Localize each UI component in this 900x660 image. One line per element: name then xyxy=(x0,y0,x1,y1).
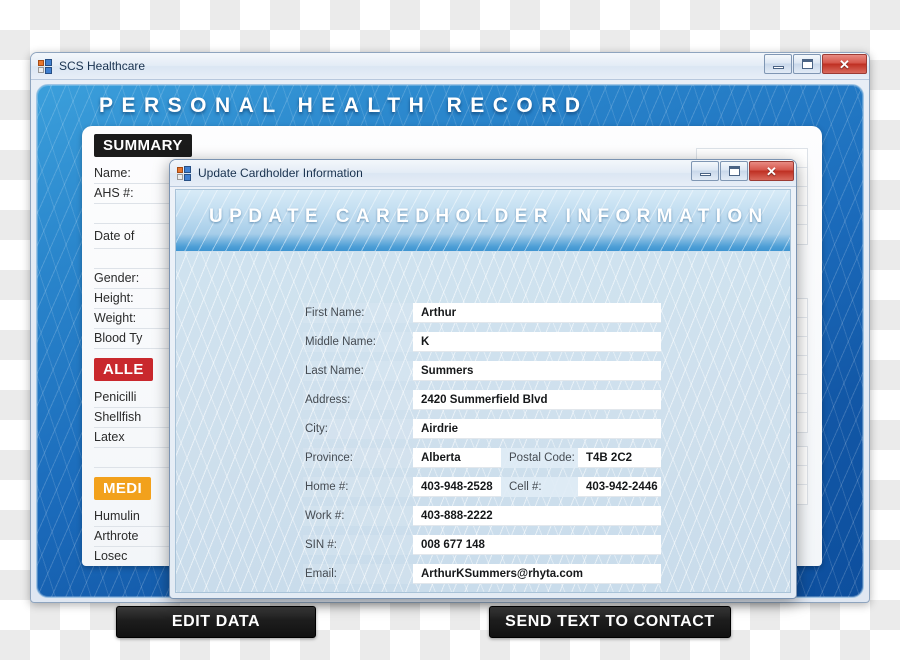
dialog-maximize-button[interactable] xyxy=(720,161,748,181)
dialog-heading: UPDATE CAREDHOLDER INFORMATION xyxy=(209,206,769,227)
field-row-sin-number: SIN #: 008 677 148 xyxy=(303,535,661,555)
field-row-email: Email: ArthurKSummers@rhyta.com xyxy=(303,564,661,584)
dialog-title: Update Cardholder Information xyxy=(198,166,363,180)
minimize-icon xyxy=(772,66,784,69)
dialog-titlebar[interactable]: Update Cardholder Information ✕ xyxy=(170,160,796,187)
first-name-label: First Name: xyxy=(303,303,413,323)
cell-number-label: Cell #: xyxy=(501,477,578,497)
email-label: Email: xyxy=(303,564,413,584)
application-icon xyxy=(38,58,53,74)
main-window-controls: ✕ xyxy=(763,54,867,75)
field-row-address: Address: 2420 Summerfield Blvd xyxy=(303,390,661,410)
allergies-heading: ALLE xyxy=(94,358,153,381)
email-input[interactable]: ArthurKSummers@rhyta.com xyxy=(413,564,661,584)
field-row-home-number: Home #: 403-948-2528 Cell #: 403-942-244… xyxy=(303,477,661,497)
minimize-icon xyxy=(699,173,711,176)
last-name-label: Last Name: xyxy=(303,361,413,381)
field-row-province: Province: Alberta Postal Code: T4B 2C2 xyxy=(303,448,661,468)
cardholder-form: First Name: Arthur Middle Name: K Last N… xyxy=(176,252,790,592)
home-number-input[interactable]: 403-948-2528 xyxy=(413,477,501,497)
postal-code-label: Postal Code: xyxy=(501,448,578,468)
sin-number-input[interactable]: 008 677 148 xyxy=(413,535,661,555)
edit-data-button[interactable]: EDIT DATA xyxy=(116,606,316,638)
middle-name-input[interactable]: K xyxy=(413,332,661,352)
maximize-icon xyxy=(728,166,740,176)
province-input[interactable]: Alberta xyxy=(413,448,501,468)
dialog-header-banner: UPDATE CAREDHOLDER INFORMATION xyxy=(176,190,790,252)
home-number-label: Home #: xyxy=(303,477,413,497)
main-window-titlebar[interactable]: SCS Healthcare ✕ xyxy=(31,53,869,80)
field-row-work-number: Work #: 403-888-2222 xyxy=(303,506,661,526)
dialog-window-controls: ✕ xyxy=(690,161,794,182)
address-label: Address: xyxy=(303,390,413,410)
maximize-icon xyxy=(801,59,813,69)
work-number-input[interactable]: 403-888-2222 xyxy=(413,506,661,526)
dialog-close-button[interactable]: ✕ xyxy=(749,161,794,181)
send-text-to-contact-button[interactable]: SEND TEXT TO CONTACT xyxy=(489,606,731,638)
city-label: City: xyxy=(303,419,413,439)
address-input[interactable]: 2420 Summerfield Blvd xyxy=(413,390,661,410)
main-window-title: SCS Healthcare xyxy=(59,59,146,73)
close-button[interactable]: ✕ xyxy=(822,54,867,74)
close-icon: ✕ xyxy=(766,163,777,179)
dialog-minimize-button[interactable] xyxy=(691,161,719,181)
middle-name-label: Middle Name: xyxy=(303,332,413,352)
first-name-input[interactable]: Arthur xyxy=(413,303,661,323)
update-cardholder-dialog: Update Cardholder Information ✕ UPDATE C… xyxy=(169,159,797,599)
page-title: PERSONAL HEALTH RECORD xyxy=(99,94,589,117)
dialog-body: UPDATE CAREDHOLDER INFORMATION First Nam… xyxy=(175,189,791,593)
dialog-application-icon xyxy=(177,165,192,181)
province-label: Province: xyxy=(303,448,413,468)
cell-number-input[interactable]: 403-942-2446 xyxy=(578,477,661,497)
maximize-button[interactable] xyxy=(793,54,821,74)
field-row-middle-name: Middle Name: K xyxy=(303,332,661,352)
medications-heading: MEDI xyxy=(94,477,152,500)
close-icon: ✕ xyxy=(839,56,850,72)
work-number-label: Work #: xyxy=(303,506,413,526)
last-name-input[interactable]: Summers xyxy=(413,361,661,381)
sin-number-label: SIN #: xyxy=(303,535,413,555)
postal-code-input[interactable]: T4B 2C2 xyxy=(578,448,661,468)
summary-heading: SUMMARY xyxy=(94,134,192,157)
minimize-button[interactable] xyxy=(764,54,792,74)
main-window: SCS Healthcare ✕ PERSONAL HEALTH RECORD … xyxy=(30,52,870,638)
field-row-last-name: Last Name: Summers xyxy=(303,361,661,381)
field-row-first-name: First Name: Arthur xyxy=(303,303,661,323)
city-input[interactable]: Airdrie xyxy=(413,419,661,439)
field-row-city: City: Airdrie xyxy=(303,419,661,439)
